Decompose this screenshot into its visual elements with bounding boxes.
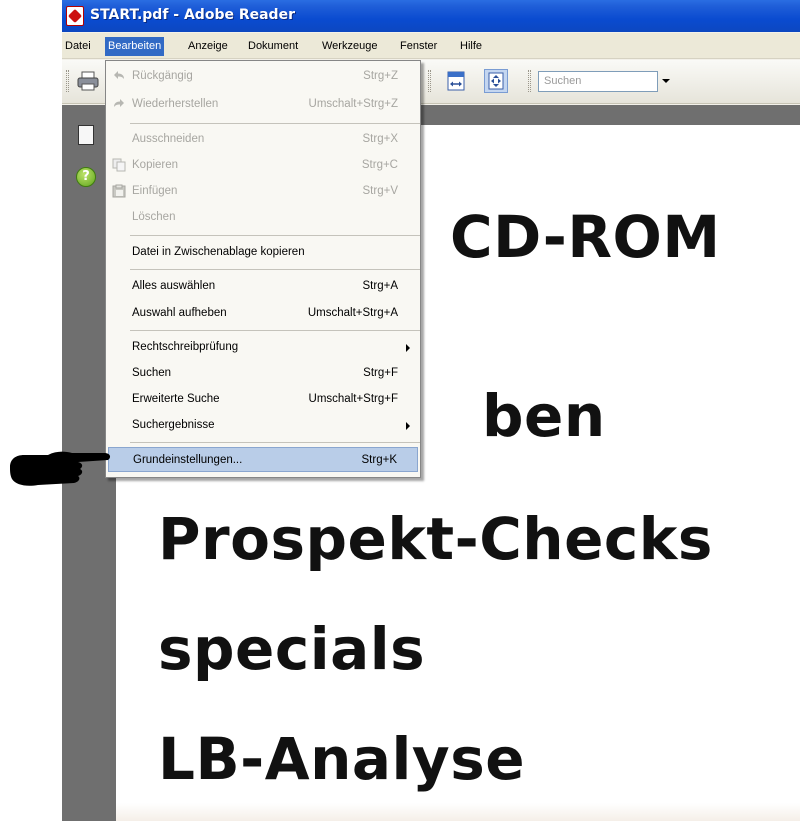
menu-item-search[interactable]: Suchen Strg+F	[108, 361, 418, 386]
menu-separator	[130, 123, 420, 124]
copy-icon	[112, 158, 126, 172]
help-icon[interactable]: ?	[76, 167, 96, 187]
menu-item-deselect-all[interactable]: Auswahl aufheben Umschalt+Strg+A	[108, 301, 418, 326]
menu-item-search-results[interactable]: Suchergebnisse	[108, 413, 418, 438]
menu-item-copy[interactable]: Kopieren Strg+C	[108, 153, 418, 178]
menu-bearbeiten[interactable]: Bearbeiten	[105, 37, 165, 56]
window-title: START.pdf - Adobe Reader	[90, 7, 295, 23]
toolbar-grip[interactable]	[66, 70, 69, 92]
page-edge	[116, 803, 800, 821]
menu-fenster[interactable]: Fenster	[400, 37, 437, 56]
menu-item-delete[interactable]: Löschen	[108, 205, 418, 230]
search-input[interactable]: Suchen	[538, 71, 658, 92]
document-line-lb-analyse: LB-Analyse	[158, 725, 526, 793]
fit-page-icon[interactable]	[484, 69, 508, 93]
menu-item-redo[interactable]: Wiederherstellen Umschalt+Strg+Z	[108, 92, 418, 117]
toolbar-grip[interactable]	[528, 70, 531, 92]
menu-item-spell-check[interactable]: Rechtschreibprüfung	[108, 335, 418, 360]
pdf-app-icon	[66, 6, 84, 26]
pages-icon[interactable]	[78, 125, 94, 145]
menu-item-undo[interactable]: Rückgängig Strg+Z	[108, 64, 418, 89]
menu-separator	[130, 235, 420, 236]
title-bar: START.pdf - Adobe Reader	[62, 0, 800, 32]
menu-werkzeuge[interactable]: Werkzeuge	[322, 37, 377, 56]
undo-icon	[114, 71, 124, 79]
fit-width-icon[interactable]	[444, 69, 468, 93]
edit-menu-dropdown: Rückgängig Strg+Z Wiederherstellen Umsch…	[105, 60, 421, 478]
menu-item-cut[interactable]: Ausschneiden Strg+X	[108, 127, 418, 152]
menu-item-copy-file-to-clipboard[interactable]: Datei in Zwischenablage kopieren	[108, 240, 418, 265]
paste-icon	[112, 184, 126, 198]
menu-item-select-all[interactable]: Alles auswählen Strg+A	[108, 274, 418, 299]
toolbar-grip[interactable]	[428, 70, 431, 92]
submenu-arrow-icon	[406, 344, 410, 352]
document-line-prospekt-checks: Prospekt-Checks	[158, 505, 713, 573]
menu-hilfe[interactable]: Hilfe	[460, 37, 482, 56]
document-line-cd-rom: CD-ROM	[450, 203, 721, 271]
menu-separator	[130, 442, 420, 443]
menu-separator	[130, 330, 420, 331]
menu-item-preferences[interactable]: Grundeinstellungen... Strg+K	[108, 447, 418, 472]
menu-dokument[interactable]: Dokument	[248, 37, 298, 56]
document-line-specials: specials	[158, 615, 426, 683]
menu-separator	[130, 269, 420, 270]
menu-bar: Datei Bearbeiten Anzeige Dokument Werkze…	[62, 33, 800, 59]
submenu-arrow-icon	[406, 422, 410, 430]
print-icon[interactable]	[76, 69, 100, 93]
pointing-hand-icon	[10, 451, 111, 486]
redo-icon	[114, 99, 124, 107]
menu-datei[interactable]: Datei	[65, 37, 91, 56]
menu-item-paste[interactable]: Einfügen Strg+V	[108, 179, 418, 204]
menu-anzeige[interactable]: Anzeige	[188, 37, 228, 56]
chevron-down-icon[interactable]	[662, 79, 670, 83]
menu-item-advanced-search[interactable]: Erweiterte Suche Umschalt+Strg+F	[108, 387, 418, 412]
document-line-ben: ben	[482, 382, 606, 450]
